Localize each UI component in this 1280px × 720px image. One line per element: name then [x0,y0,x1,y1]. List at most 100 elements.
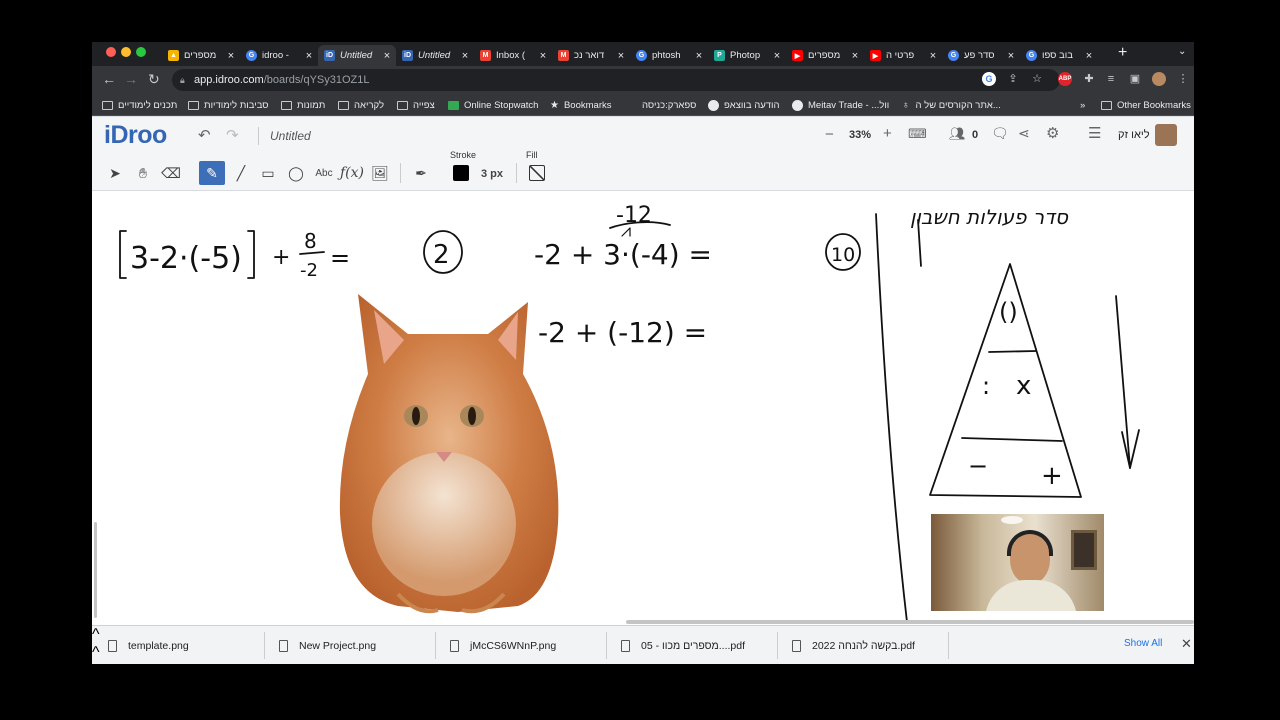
whiteboard-canvas[interactable]: 3-2·(-5) + 8 -2 = 2 -12 -2 + 3·(-4) = -2… [92,192,1194,625]
tab-close-icon[interactable]: × [1006,50,1016,62]
horizontal-scrollbar[interactable] [626,620,1194,624]
tab-close-icon[interactable]: × [538,50,548,62]
meitav-icon [792,99,803,111]
bookmark-label: צפייה [413,99,435,111]
vertical-scrollbar[interactable] [94,522,97,618]
show-all-button[interactable]: Show All [1124,638,1162,649]
user-avatar[interactable] [1155,124,1177,146]
bookmark-folder-3[interactable]: לקריאה [338,98,384,112]
tab-4[interactable]: M Inbox (× [474,45,552,66]
board-title[interactable]: Untitled [270,129,311,143]
ellipse-tool-icon[interactable]: ◯ [283,161,309,185]
share-icon[interactable]: ⇪ [1006,72,1020,86]
bookmark-courses[interactable]: ♁ אתר הקורסים של ה... [902,98,1001,112]
stroke-width[interactable]: 3 px [481,168,503,180]
bookmark-bookmarks[interactable]: ★ Bookmarks [550,98,611,112]
extensions-puzzle-icon[interactable]: ✚ [1082,72,1096,86]
download-item-2[interactable]: jMcCS6WNnP.png [450,626,556,664]
participants-icon[interactable]: 👥︎ [949,126,966,142]
tab-search-chevron-icon[interactable]: ⌄ [1178,46,1186,57]
download-item-1[interactable]: New Project.png [279,626,376,664]
cat-image[interactable] [338,294,562,618]
menu-kebab-icon[interactable]: ⋮ [1176,72,1190,86]
bookmark-folder-2[interactable]: תמונות [281,98,325,112]
tab-close-icon[interactable]: × [382,50,392,62]
adblock-icon[interactable]: ABP [1058,72,1072,86]
new-tab-button[interactable]: + [1118,44,1127,62]
bookmark-folder-1[interactable]: סביבות לימודיות [188,98,269,112]
bookmark-whatsapp[interactable]: הודעה בווצאפ [708,98,780,112]
profile-avatar[interactable] [1152,72,1166,86]
share-icon[interactable]: ⋖ [1018,125,1030,142]
tab-8[interactable]: ▶ מספרים × [786,45,864,66]
tab-7[interactable]: P Photop × [708,45,786,66]
bookmark-star-icon[interactable]: ☆ [1030,72,1044,86]
tab-close-icon[interactable]: × [850,50,860,62]
forward-arrow-icon[interactable]: → [124,71,138,87]
bookmark-online-stopwatch[interactable]: Online Stopwatch [448,98,538,112]
tab-close-icon[interactable]: × [304,50,314,62]
tab-6[interactable]: Gphtosh × [630,45,708,66]
zoom-level[interactable]: 33% [849,129,871,141]
stroke-color-swatch[interactable] [453,165,469,181]
bookmarks-overflow-button[interactable]: » [1080,98,1085,112]
text-tool-icon[interactable]: Abc [311,161,337,185]
zoom-out-icon[interactable]: − [825,126,834,143]
bookmark-meitav[interactable]: Meitav Trade - ...וול [792,98,889,112]
tab-9[interactable]: ▶ פרטי ה × [864,45,942,66]
media-queue-icon[interactable]: ≡ [1104,72,1118,86]
rectangle-tool-icon[interactable]: ▭ [255,161,281,185]
download-item-3[interactable]: 05 - מספרים מכוו....pdf [621,626,745,664]
webcam-video[interactable] [931,514,1104,611]
reload-icon[interactable]: ↻ [148,71,160,88]
minimize-window-button[interactable] [121,47,131,57]
google-lens-icon[interactable]: G [982,72,996,86]
tab-10[interactable]: G סדר פע × [942,45,1020,66]
pyramid-top-text: () [999,298,1018,326]
bookmark-folder-0[interactable]: תכנים לימודיים [102,98,177,112]
hamburger-menu-icon[interactable]: ☰ [1088,124,1101,142]
fill-none-swatch[interactable] [529,165,545,181]
download-item-4[interactable]: 2022 בקשה להנחה.pdf [792,626,915,664]
zoom-in-icon[interactable]: + [883,125,892,142]
settings-gear-icon[interactable]: ⚙ [1046,124,1059,142]
close-window-button[interactable] [106,47,116,57]
tab-2-active[interactable]: iD Untitled × [318,45,396,66]
maximize-window-button[interactable] [136,47,146,57]
download-item-0[interactable]: template.png [108,626,189,664]
tab-1[interactable]: Gidroo - × [240,45,318,66]
whatsapp-icon [708,99,719,111]
back-arrow-icon[interactable]: ← [102,71,116,87]
keyboard-icon[interactable]: ⌨ [908,126,927,142]
image-tool-icon[interactable]: 🖼︎ [367,161,393,185]
eraser-icon[interactable]: ⌫ [158,161,184,185]
color-picker-icon[interactable]: ✒ [408,161,434,185]
tab-close-icon[interactable]: × [694,50,704,62]
ceiling-light [1001,516,1023,524]
pencil-icon[interactable]: ✎ [199,161,225,185]
undo-icon[interactable]: ↶ [198,126,211,144]
tab-5[interactable]: M דואר נכ × [552,45,630,66]
select-arrow-icon[interactable]: ➤ [102,161,128,185]
line-tool-icon[interactable]: ╱ [228,161,254,185]
chat-icon[interactable]: 🗨︎ [991,125,1009,142]
tab-close-icon[interactable]: × [772,50,782,62]
tab-close-icon[interactable]: × [460,50,470,62]
tab-3[interactable]: iD Untitled × [396,45,474,66]
bookmark-label: תכנים לימודיים [118,99,178,111]
bookmark-spark[interactable]: ספארק:כניסה [642,98,696,112]
tab-0[interactable]: ▲ מספרים × [162,45,240,66]
hand-pan-icon[interactable]: ✋︎ [130,161,156,185]
close-download-bar-icon[interactable]: ✕ [1181,636,1192,652]
tab-close-icon[interactable]: × [928,50,938,62]
tab-close-icon[interactable]: × [226,50,236,62]
formula-tool-icon[interactable]: ƒ(x) [339,161,365,185]
tab-close-icon[interactable]: × [1084,50,1094,62]
tab-11[interactable]: G בוב ספו × [1020,45,1098,66]
side-panel-icon[interactable]: ▣ [1128,72,1142,86]
other-bookmarks[interactable]: Other Bookmarks [1101,98,1191,112]
tab-close-icon[interactable]: × [616,50,626,62]
address-bar[interactable]: 🔒︎ app.idroo.com/boards/qYSy31OZ1L [172,69,1060,91]
bookmark-folder-4[interactable]: צפייה [397,98,435,112]
redo-icon[interactable]: ↷ [226,126,239,144]
